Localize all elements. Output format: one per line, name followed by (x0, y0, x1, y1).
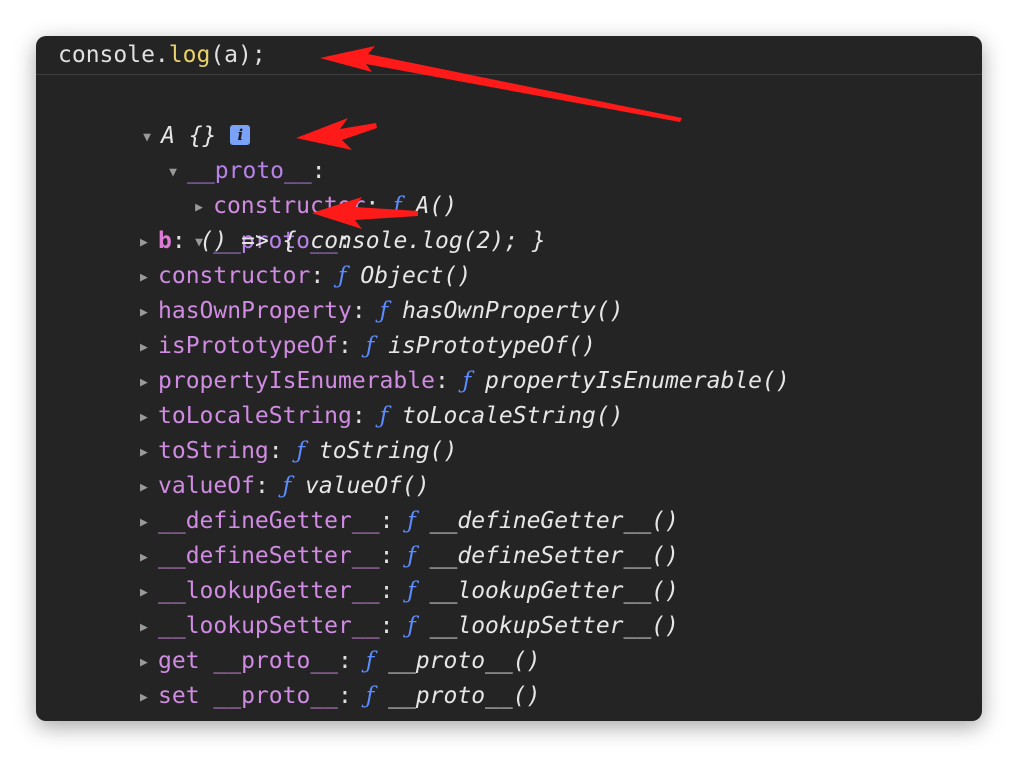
tree-row-property[interactable]: ▶ __lookupSetter__: ƒ __lookupSetter__() (140, 609, 679, 644)
tree-row-property[interactable]: ▶ valueOf: ƒ valueOf() (140, 469, 430, 504)
colon: : (338, 683, 352, 709)
function-icon: ƒ (365, 683, 375, 709)
property-key: toLocaleString (158, 403, 352, 429)
property-key: __lookupGetter__ (158, 578, 380, 604)
function-icon: ƒ (462, 368, 472, 394)
property-key: __defineSetter__ (158, 543, 380, 569)
collapsed-triangle-icon[interactable]: ▶ (140, 575, 158, 610)
property-value: toString() (318, 438, 458, 464)
function-icon: ƒ (338, 263, 347, 289)
property-key: constructor (158, 263, 311, 289)
collapsed-triangle-icon[interactable]: ▶ (140, 330, 158, 365)
collapsed-triangle-icon[interactable]: ▶ (140, 365, 158, 400)
tree-row-property[interactable]: ▶ constructor: ƒ Object() (140, 259, 471, 294)
colon: : (310, 263, 325, 289)
function-icon: ƒ (393, 193, 402, 219)
tree-row-property[interactable]: ▶ __defineSetter__: ƒ __defineSetter__() (140, 539, 679, 574)
colon: : (434, 368, 449, 394)
property-value: __defineSetter__() (429, 543, 679, 569)
property-value: __defineGetter__() (429, 508, 679, 534)
object-tree: ▼ A {} i ▼ __proto__: ▶ constructor: ƒ A() … (36, 84, 982, 721)
property-value: propertyIsEnumerable() (485, 368, 790, 394)
property-value: __proto__() (388, 683, 541, 709)
colon: : (351, 298, 366, 324)
colon: : (379, 578, 394, 604)
property-value: toLocaleString() (401, 403, 624, 429)
command-suffix: (a); (210, 42, 266, 68)
tree-row-property[interactable]: ▶ __lookupGetter__: ƒ __lookupGetter__() (140, 574, 679, 609)
colon: : (379, 613, 394, 639)
property-key: __defineGetter__ (158, 508, 380, 534)
command-function: log (168, 42, 211, 68)
property-value: __lookupGetter__() (429, 578, 679, 604)
colon: : (379, 508, 394, 534)
colon: : (268, 438, 283, 464)
tree-row-property[interactable]: ▶ toString: ƒ toString() (140, 434, 457, 469)
collapsed-triangle-icon[interactable]: ▶ (140, 540, 158, 575)
colon: : (365, 193, 380, 219)
collapsed-triangle-icon[interactable]: ▶ (140, 645, 158, 680)
tree-row-property[interactable]: ▶ b: () => { console.log(2); } (140, 224, 546, 259)
collapsed-triangle-icon[interactable]: ▶ (140, 680, 158, 715)
colon: : (351, 403, 366, 429)
tree-row-property[interactable]: ▶ get __proto__: ƒ __proto__() (140, 644, 540, 679)
property-key: valueOf (158, 473, 255, 499)
colon: : (379, 543, 394, 569)
tree-row-proto-level1[interactable]: ▼ __proto__: (86, 119, 325, 184)
property-key: b (158, 228, 172, 254)
collapsed-triangle-icon[interactable]: ▶ (140, 470, 158, 505)
collapsed-triangle-icon[interactable]: ▶ (140, 295, 158, 330)
property-key: toString (158, 438, 269, 464)
colon: : (171, 228, 186, 254)
collapsed-triangle-icon[interactable]: ▶ (140, 610, 158, 645)
property-key: get __proto__ (158, 648, 339, 674)
colon: : (338, 648, 352, 674)
collapsed-triangle-icon[interactable]: ▶ (140, 260, 158, 295)
property-key: propertyIsEnumerable (158, 368, 435, 394)
property-key: hasOwnProperty (158, 298, 352, 324)
collapsed-triangle-icon[interactable]: ▶ (140, 505, 158, 540)
property-value: __lookupSetter__() (429, 613, 679, 639)
console-input-line[interactable]: console.log(a); (36, 36, 982, 75)
property-value: hasOwnProperty() (401, 298, 624, 324)
property-value: () => { console.log(2); } (199, 228, 546, 254)
command-prefix: console. (58, 42, 169, 68)
property-value: isPrototypeOf() (388, 333, 596, 359)
tree-row-property[interactable]: ▶ propertyIsEnumerable: ƒ propertyIsEnume… (140, 364, 790, 399)
function-icon: ƒ (379, 298, 389, 324)
property-value: valueOf() (305, 473, 430, 499)
constructor-value: A() (415, 193, 458, 219)
function-icon: ƒ (365, 648, 375, 674)
function-icon: ƒ (407, 613, 416, 639)
tree-row-property[interactable]: ▶ toLocaleString: ƒ toLocaleString() (140, 399, 624, 434)
tree-row-constructor-a[interactable]: ▶ constructor: ƒ A() (112, 154, 457, 219)
colon: : (254, 473, 269, 499)
function-icon: ƒ (379, 403, 389, 429)
tree-row-proto-level2[interactable]: ▼ __proto__: (112, 189, 351, 254)
colon: : (338, 333, 352, 359)
function-icon: ƒ (282, 473, 292, 499)
collapsed-triangle-icon[interactable]: ▶ (140, 225, 158, 260)
devtools-console-panel: console.log(a); ▼ A {} i ▼ __proto__: ▶ con… (36, 36, 982, 721)
collapsed-triangle-icon[interactable]: ▶ (140, 400, 158, 435)
tree-row-property[interactable]: ▶ isPrototypeOf: ƒ isPrototypeOf() (140, 329, 596, 364)
function-icon: ƒ (407, 578, 416, 604)
property-key: __lookupSetter__ (158, 613, 380, 639)
tree-row-property[interactable]: ▶ hasOwnProperty: ƒ hasOwnProperty() (140, 294, 624, 329)
tree-row-property[interactable]: ▶ __defineGetter__: ƒ __defineGetter__() (140, 504, 679, 539)
tree-row-property[interactable]: ▶ set __proto__: ƒ __proto__() (140, 679, 540, 714)
property-value: Object() (360, 263, 472, 289)
property-key: set __proto__ (158, 683, 339, 709)
function-icon: ƒ (407, 508, 416, 534)
function-icon: ƒ (365, 333, 375, 359)
function-icon: ƒ (407, 543, 416, 569)
function-icon: ƒ (296, 438, 306, 464)
tree-root-row[interactable]: ▼ A {} i (60, 84, 251, 149)
collapsed-triangle-icon[interactable]: ▶ (140, 435, 158, 470)
property-key: isPrototypeOf (158, 333, 339, 359)
property-value: __proto__() (388, 648, 541, 674)
